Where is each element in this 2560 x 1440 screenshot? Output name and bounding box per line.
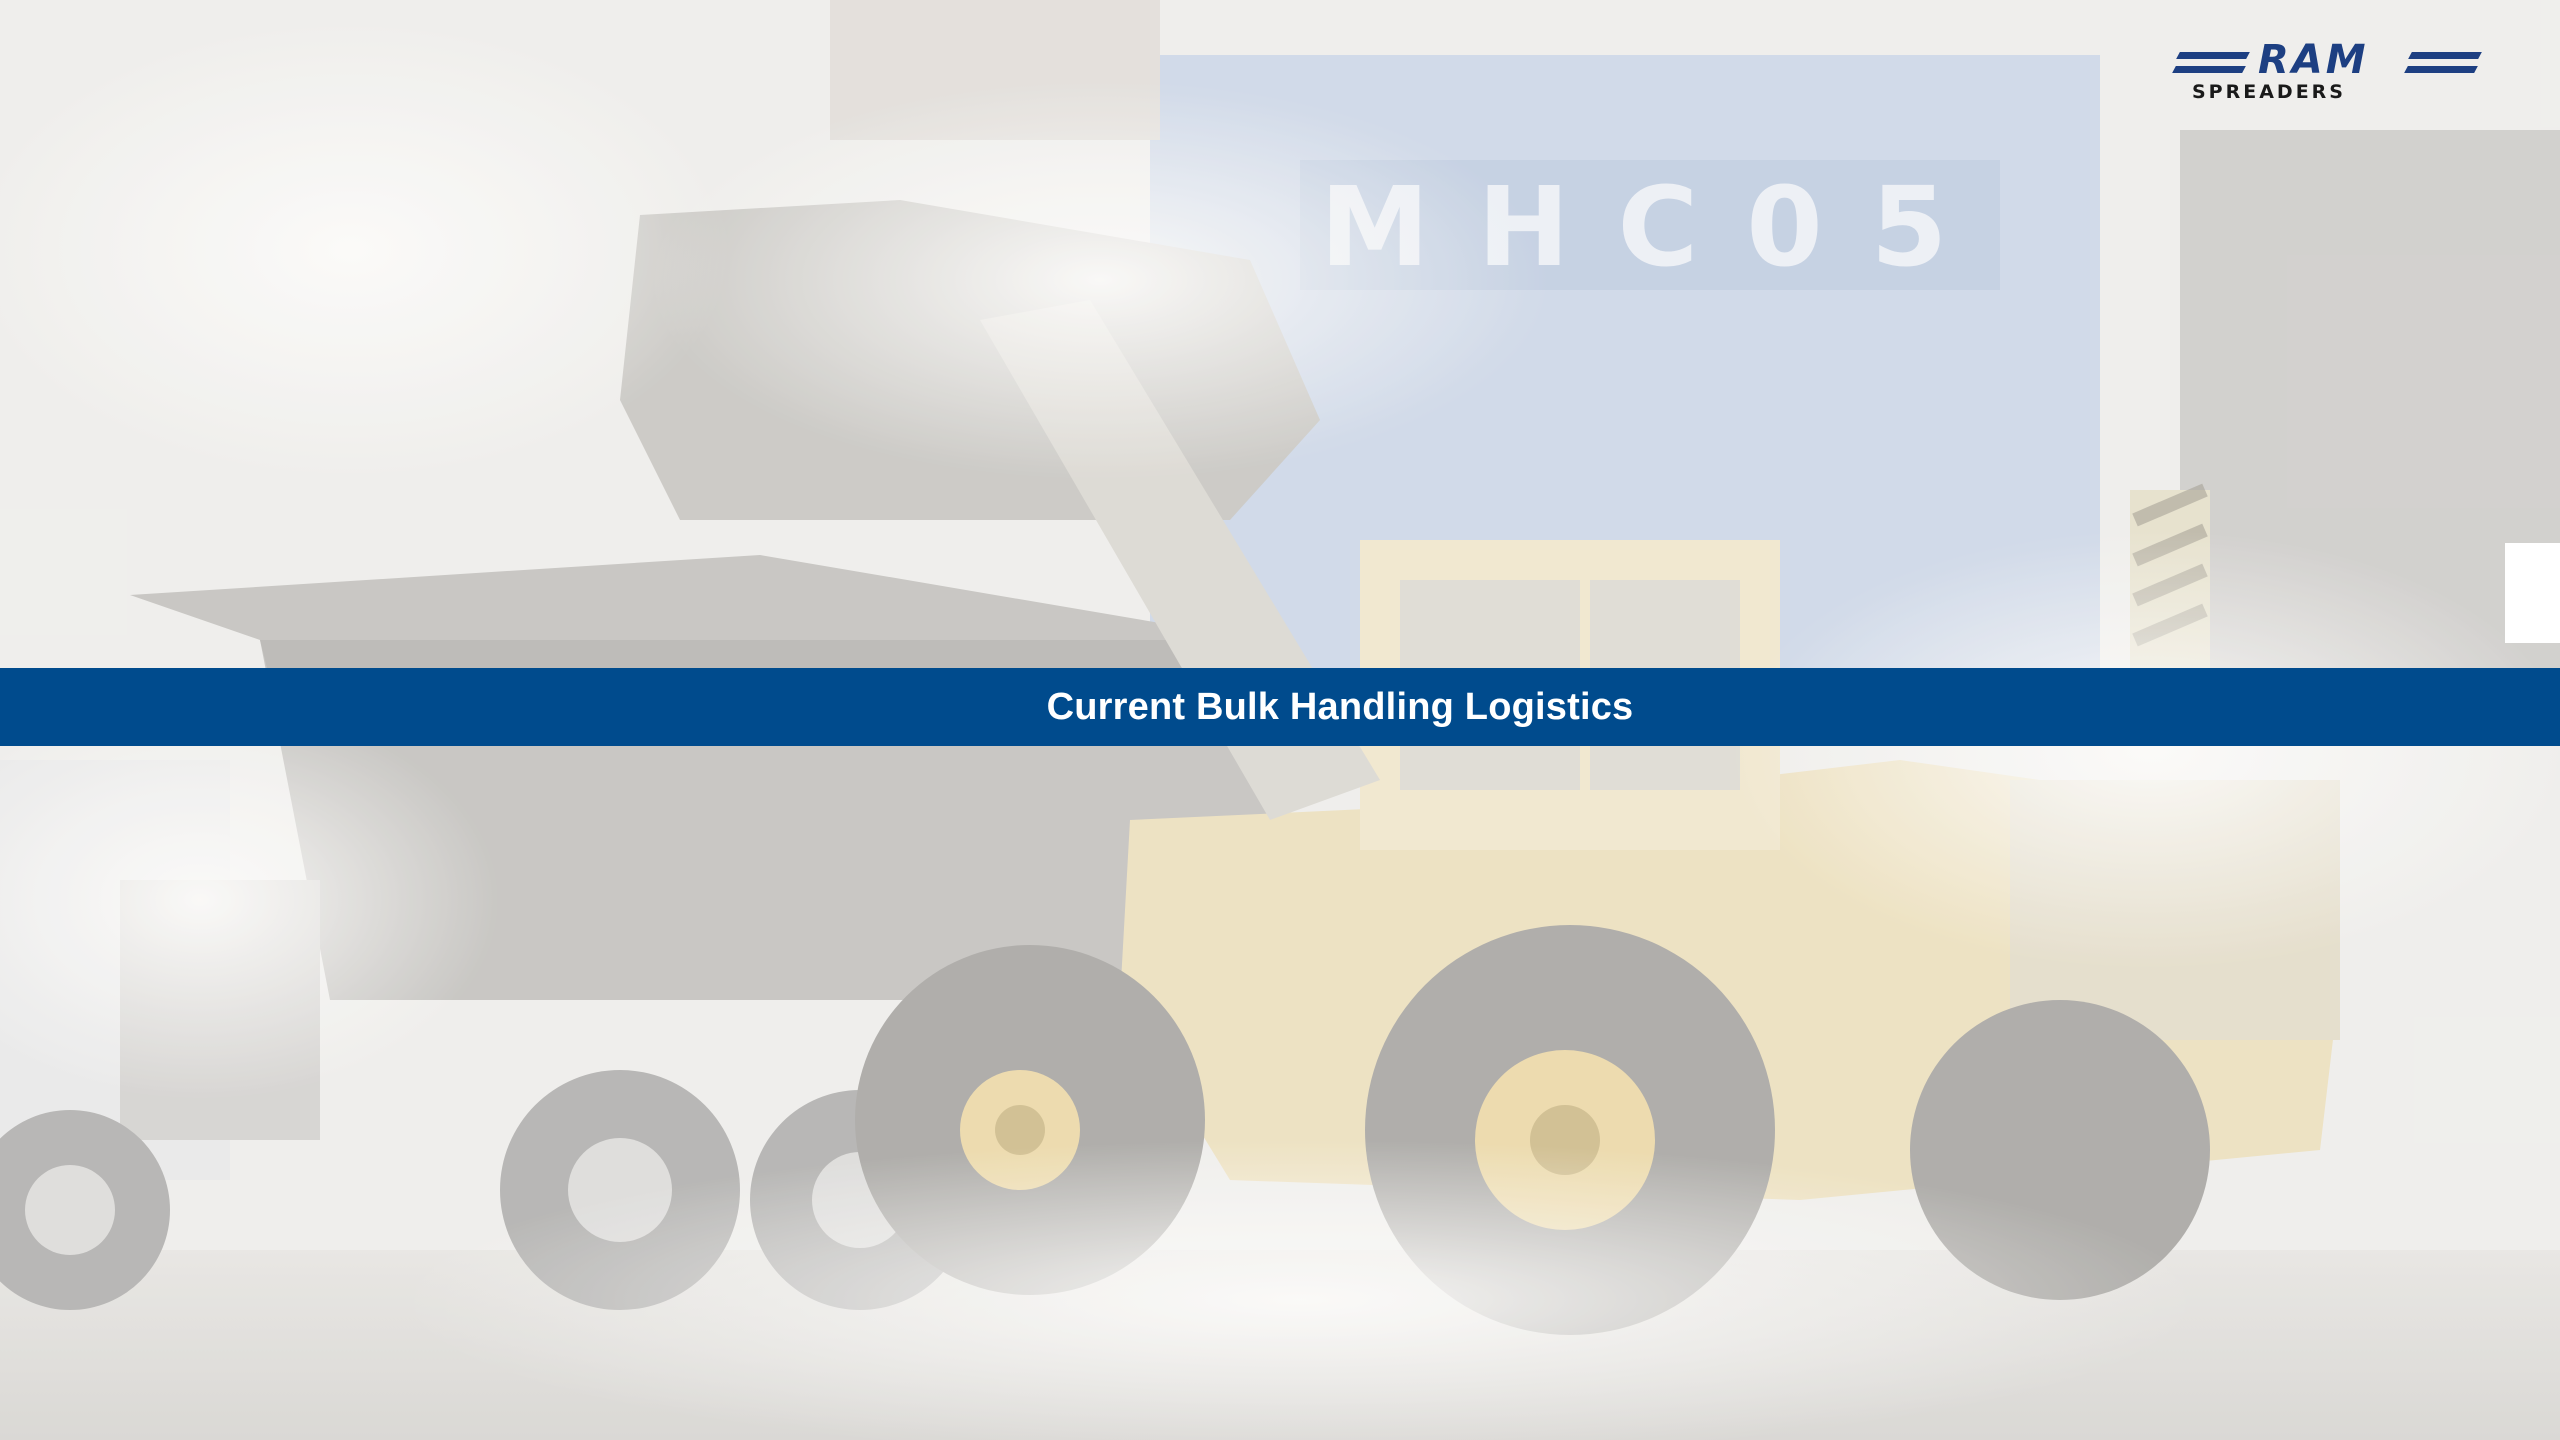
logo-stripe bbox=[2404, 66, 2478, 73]
side-tab bbox=[2505, 543, 2560, 643]
logo-stripe bbox=[2176, 52, 2250, 59]
logo-stripe bbox=[2408, 52, 2482, 59]
title-band: Current Bulk Handling Logistics bbox=[0, 668, 2560, 746]
slide-title: Current Bulk Handling Logistics bbox=[1046, 685, 1634, 728]
ram-spreaders-logo: RAM SPREADERS bbox=[2170, 40, 2490, 106]
logo-stripe bbox=[2172, 66, 2246, 73]
logo-name: RAM bbox=[2258, 37, 2369, 83]
logo-subtitle: SPREADERS bbox=[2192, 81, 2346, 103]
presentation-slide: MHC05 RAM SPREADERS Current Bulk Handlin… bbox=[0, 0, 2560, 1440]
